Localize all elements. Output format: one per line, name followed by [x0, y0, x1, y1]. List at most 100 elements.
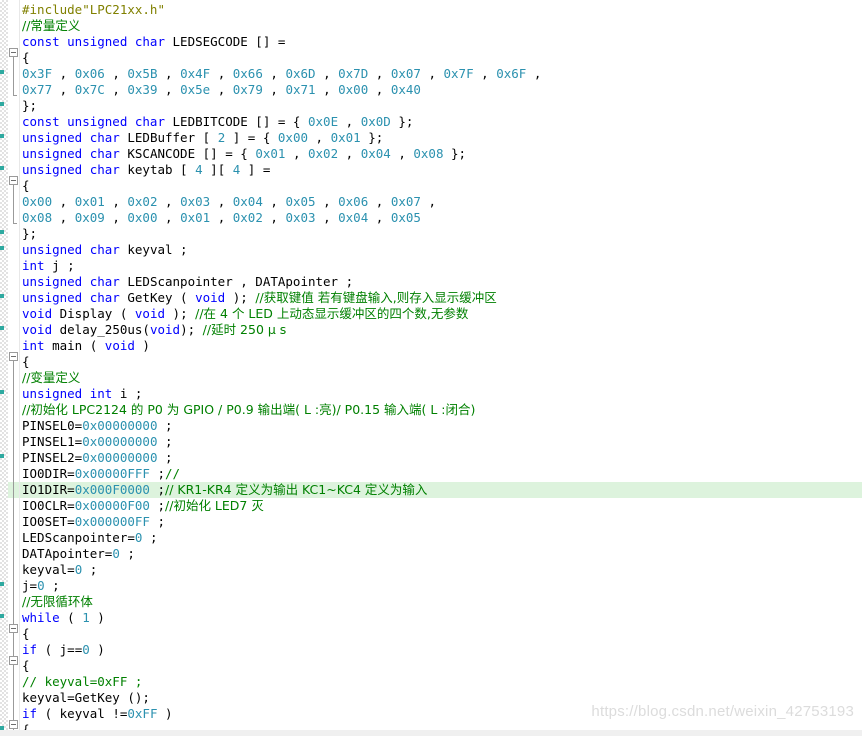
token-kw: const unsigned char	[22, 34, 165, 49]
token-kw: unsigned char	[22, 130, 120, 145]
token-num: 0x04	[232, 194, 263, 209]
token-id: ;	[149, 498, 166, 513]
token-kw: int	[22, 258, 45, 273]
code-line[interactable]: unsigned int i ;	[0, 386, 862, 402]
code-line[interactable]: while ( 1 )	[0, 610, 862, 626]
code-line-text: IO0CLR=0x00000F00 ;//初始化 LED7 灭	[0, 498, 264, 514]
code-line[interactable]: PINSEL2=0x00000000 ;	[0, 450, 862, 466]
token-num: 0x00	[277, 130, 309, 145]
code-line[interactable]: int j ;	[0, 258, 862, 274]
code-line[interactable]: PINSEL0=0x00000000 ;	[0, 418, 862, 434]
code-line[interactable]: // keyval=0xFF ;	[0, 674, 862, 690]
code-line-text: unsigned char KSCANCODE [] = { 0x01 , 0x…	[0, 146, 466, 162]
code-line[interactable]: 0x00 , 0x01 , 0x02 , 0x03 , 0x04 , 0x05 …	[0, 194, 862, 210]
token-id: ,	[368, 210, 391, 225]
fold-collapse-icon[interactable]	[9, 176, 18, 185]
code-line[interactable]: unsigned char keytab [ 4 ][ 4 ] =	[0, 162, 862, 178]
fold-collapse-icon[interactable]	[9, 352, 18, 361]
code-line[interactable]: IO0DIR=0x00000FFF ;//	[0, 466, 862, 482]
code-editor[interactable]: #include"LPC21xx.h"//常量定义 const unsigned …	[0, 0, 862, 737]
token-id: ,	[338, 146, 361, 161]
code-line[interactable]: const unsigned char LEDBITCODE [] = { 0x…	[0, 114, 862, 130]
fold-collapse-icon[interactable]	[9, 48, 18, 57]
code-line[interactable]: //无限循环体	[0, 594, 862, 610]
code-line[interactable]: IO0SET=0x000000FF ;	[0, 514, 862, 530]
token-id: LEDScanpointer , DATApointer ;	[119, 274, 354, 289]
fold-guide-line	[13, 57, 14, 95]
code-line[interactable]: {	[0, 626, 862, 642]
line-change-marker	[0, 230, 4, 234]
code-line[interactable]: unsigned char LEDScanpointer , DATApoint…	[0, 274, 862, 290]
token-id: main (	[44, 338, 105, 353]
token-num: 0x3F	[22, 66, 53, 81]
line-change-marker	[0, 582, 4, 586]
code-line[interactable]: DATApointer=0 ;	[0, 546, 862, 562]
token-num: 0x04	[360, 146, 391, 161]
token-id: ,	[420, 194, 436, 209]
bottom-edge-strip	[0, 730, 862, 736]
fold-collapse-icon[interactable]	[9, 656, 18, 665]
code-line[interactable]: {	[0, 178, 862, 194]
code-line[interactable]: const unsigned char LEDSEGCODE [] =	[0, 34, 862, 50]
code-line[interactable]: IO0CLR=0x00000F00 ;//初始化 LED7 灭	[0, 498, 862, 514]
token-id: ,	[368, 66, 391, 81]
code-line[interactable]: };	[0, 226, 862, 242]
code-line[interactable]: void Display ( void ); //在 4 个 LED 上动态显示…	[0, 306, 862, 322]
code-line[interactable]: PINSEL1=0x00000000 ;	[0, 434, 862, 450]
code-line[interactable]: #include"LPC21xx.h"	[0, 2, 862, 18]
code-line[interactable]: keyval=0 ;	[0, 562, 862, 578]
token-cmt: //初始化 LPC2124 的 P0 为 GPIO / P0.9 输出端( L …	[22, 402, 476, 417]
code-line-text: keyval=GetKey ();	[0, 690, 150, 706]
token-cmt: //在 4 个 LED 上动态显示缓冲区的四个数,无参数	[195, 306, 469, 321]
selection-margin[interactable]	[0, 0, 8, 736]
code-line[interactable]: };	[0, 98, 862, 114]
code-line[interactable]: unsigned char LEDBuffer [ 2 ] = { 0x00 ,…	[0, 130, 862, 146]
token-num: 0x06	[74, 66, 105, 81]
token-kw: unsigned char	[22, 290, 120, 305]
code-line[interactable]: //变量定义	[0, 370, 862, 386]
token-id: ,	[315, 66, 339, 81]
code-line-text: #include"LPC21xx.h"	[0, 2, 165, 18]
code-line[interactable]: if ( j==0 )	[0, 642, 862, 658]
token-num: 0x00	[22, 194, 53, 209]
code-line[interactable]: int main ( void )	[0, 338, 862, 354]
code-line[interactable]: unsigned char KSCANCODE [] = { 0x01 , 0x…	[0, 146, 862, 162]
token-id: PINSEL0=	[22, 418, 83, 433]
token-num: 0x77	[22, 82, 53, 97]
token-id: ,	[210, 66, 233, 81]
code-line[interactable]: //常量定义	[0, 18, 862, 34]
token-num: 0x05	[285, 194, 316, 209]
code-line[interactable]: unsigned char GetKey ( void ); //获取键值 若有…	[0, 290, 862, 306]
code-line[interactable]: {	[0, 50, 862, 66]
code-line[interactable]: j=0 ;	[0, 578, 862, 594]
token-id: ,	[157, 210, 181, 225]
token-num: 0x01	[74, 194, 105, 209]
code-line-text: unsigned char keyval ;	[0, 242, 188, 258]
code-line[interactable]: {	[0, 658, 862, 674]
code-line[interactable]: {	[0, 354, 862, 370]
token-id: ,	[262, 210, 286, 225]
code-line[interactable]: IO1DIR=0x000F0000 ;// KR1-KR4 定义为输出 KC1~…	[0, 482, 862, 498]
fold-collapse-icon[interactable]	[9, 624, 18, 633]
fold-collapse-icon[interactable]	[9, 720, 18, 729]
fold-ledsegcode-array[interactable]	[8, 48, 21, 96]
code-line[interactable]: 0x08 , 0x09 , 0x00 , 0x01 , 0x02 , 0x03 …	[0, 210, 862, 226]
code-line[interactable]: 0x3F , 0x06 , 0x5B , 0x4F , 0x66 , 0x6D …	[0, 66, 862, 82]
token-id: ,	[52, 66, 75, 81]
code-folding-gutter[interactable]	[8, 0, 21, 736]
code-text-layer[interactable]: #include"LPC21xx.h"//常量定义 const unsigned …	[0, 0, 862, 737]
fold-keytab-array[interactable]	[8, 176, 21, 224]
token-num: 0x02	[308, 146, 339, 161]
code-line-text: unsigned int i ;	[0, 386, 142, 402]
token-id: ;	[157, 418, 173, 433]
token-id: PINSEL2=	[22, 450, 83, 465]
code-line[interactable]: void delay_250us(void); //延时 250 μ s	[0, 322, 862, 338]
token-id: keyval=GetKey ();	[22, 690, 150, 705]
code-line[interactable]: 0x77 , 0x7C , 0x39 , 0x5e , 0x79 , 0x71 …	[0, 82, 862, 98]
code-line-text: LEDScanpointer=0 ;	[0, 530, 157, 546]
code-line[interactable]: unsigned char keyval ;	[0, 242, 862, 258]
code-line[interactable]: //初始化 LPC2124 的 P0 为 GPIO / P0.9 输出端( L …	[0, 402, 862, 418]
token-id: {	[22, 658, 30, 673]
code-line[interactable]: LEDScanpointer=0 ;	[0, 530, 862, 546]
token-id: )	[157, 706, 173, 721]
